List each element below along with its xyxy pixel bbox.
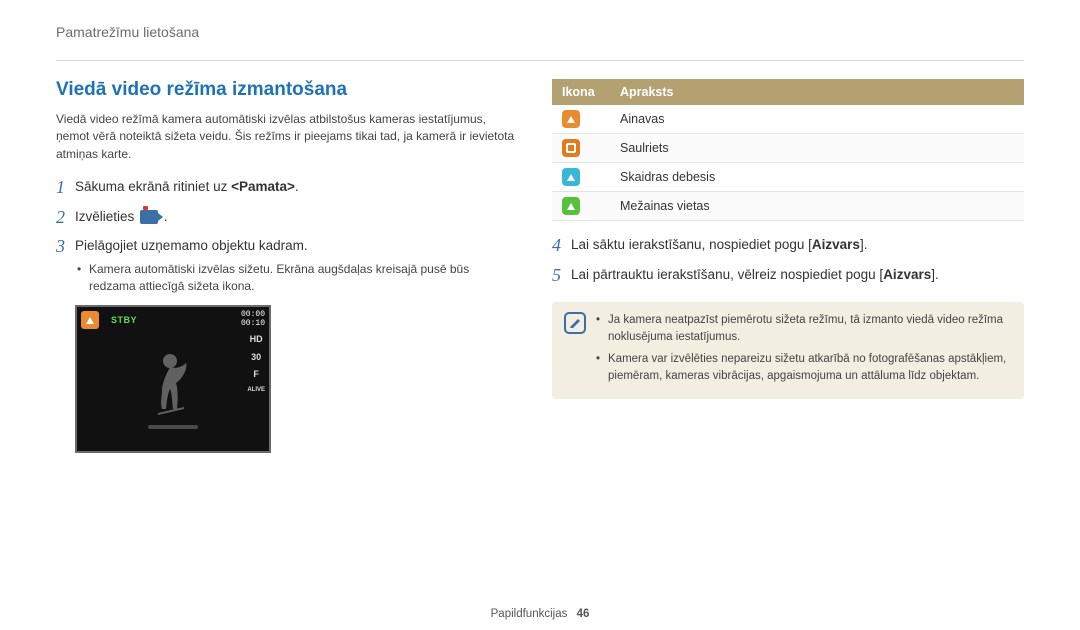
step-item: 1 Sākuma ekrānā ritiniet uz <Pamata>. [56,177,516,199]
camera-screenshot: STBY 00:00 00:10 HD 30 F ALIVE [75,305,271,453]
recording-time: 00:00 00:10 [241,311,265,329]
step-text: Izvēlieties . [75,207,168,227]
figure-skater-silhouette [138,347,208,437]
step-sub-list: Kamera automātiski izvēlas sižetu. Ekrān… [75,261,516,296]
icon-label: Mežainas vietas [610,192,1024,221]
step-number: 3 [56,236,65,258]
table-row: Ainavas [552,105,1024,134]
left-column: Viedā video režīma izmantošana Viedā vid… [56,79,516,461]
step-item: 3 Pielāgojiet uzņemamo objektu kadram. K… [56,236,516,453]
table-header-row: Ikona Apraksts [552,79,1024,105]
step-text: Pielāgojiet uzņemamo objektu kadram. Kam… [75,236,516,453]
col-icon: Ikona [552,79,610,105]
step-item: 4 Lai sāktu ierakstīšanu, nospiediet pog… [552,235,1024,257]
section-title: Viedā video režīma izmantošana [56,79,516,101]
divider [56,60,1024,61]
step-text: Lai sāktu ierakstīšanu, nospiediet pogu … [571,235,867,255]
sunset-icon [562,139,580,157]
steps-list-left: 1 Sākuma ekrānā ritiniet uz <Pamata>. 2 … [56,177,516,453]
alive-icon: ALIVE [247,386,265,395]
icon-label: Skaidras debesis [610,163,1024,192]
landscape-icon [562,110,580,128]
running-header: Pamatrežīmu lietošana [56,24,1024,40]
step-text: Sākuma ekrānā ritiniet uz <Pamata>. [75,177,299,197]
step-number: 4 [552,235,561,257]
steps-list-right: 4 Lai sāktu ierakstīšanu, nospiediet pog… [552,235,1024,286]
note-item: Kamera var izvēlēties nepareizu sižetu a… [596,351,1012,386]
landscape-icon [81,311,99,329]
intro-paragraph: Viedā video režīmā kamera automātiski iz… [56,111,516,163]
two-column-layout: Viedā video režīma izmantošana Viedā vid… [56,79,1024,461]
right-column: Ikona Apraksts Ainavas Saulriets [552,79,1024,461]
step-number: 2 [56,207,65,229]
forest-icon [562,197,580,215]
icon-label: Saulriets [610,134,1024,163]
step-item: 2 Izvēlieties . [56,207,516,229]
bold-fragment: Aizvars [883,267,931,282]
note-item: Ja kamera neatpazīst piemērotu sižeta re… [596,312,1012,347]
note-list: Ja kamera neatpazīst piemērotu sižeta re… [596,312,1012,389]
step-number: 1 [56,177,65,199]
table-row: Saulriets [552,134,1024,163]
f-icon: F [253,368,259,382]
footer-page-number: 46 [577,608,590,620]
note-box: Ja kamera neatpazīst piemērotu sižeta re… [552,302,1024,399]
fps-icon: 30 [251,351,261,365]
document-page: Pamatrežīmu lietošana Viedā video režīma… [0,0,1080,630]
step-item: 5 Lai pārtrauktu ierakstīšanu, vēlreiz n… [552,265,1024,287]
table-row: Skaidras debesis [552,163,1024,192]
clear-sky-icon [562,168,580,186]
hd-icon: HD [250,333,263,347]
step-number: 5 [552,265,561,287]
icon-description-table: Ikona Apraksts Ainavas Saulriets [552,79,1024,221]
stby-indicator: STBY [111,314,137,328]
screenshot-right-indicators: HD 30 F ALIVE [247,333,265,395]
page-footer: Papildfunkcijas 46 [0,608,1080,620]
step-sub-item: Kamera automātiski izvēlas sižetu. Ekrān… [75,261,516,296]
col-description: Apraksts [610,79,1024,105]
bold-fragment: Aizvars [812,237,860,252]
bold-fragment: <Pamata> [231,179,295,194]
footer-section: Papildfunkcijas [491,608,568,620]
step-text: Lai pārtrauktu ierakstīšanu, vēlreiz nos… [571,265,939,285]
screenshot-topbar: STBY [81,311,137,329]
smart-video-mode-icon [140,210,158,224]
icon-label: Ainavas [610,105,1024,134]
table-row: Mežainas vietas [552,192,1024,221]
note-icon [564,312,586,334]
